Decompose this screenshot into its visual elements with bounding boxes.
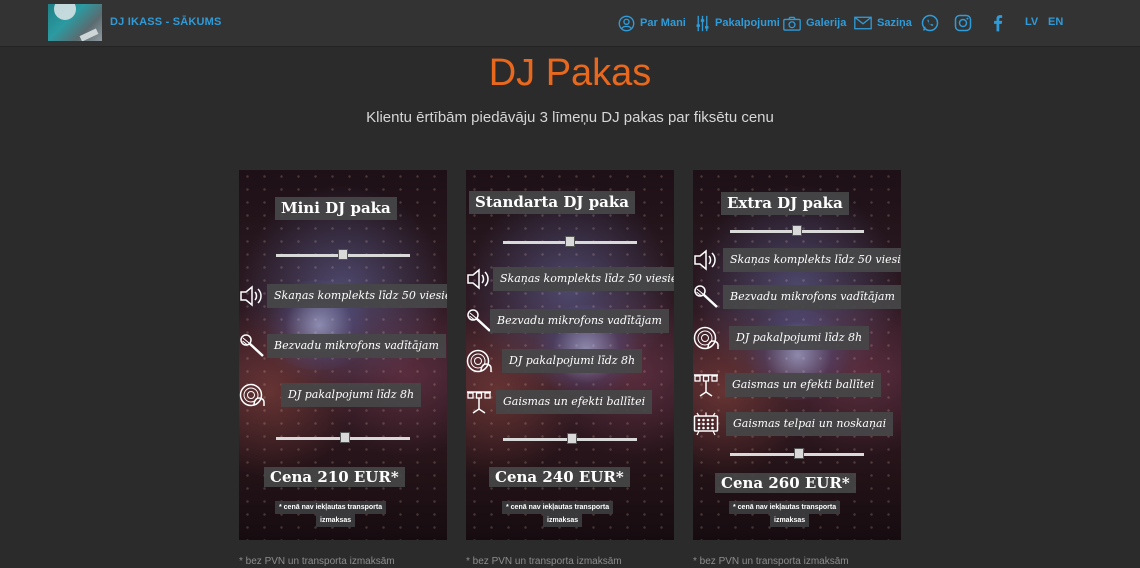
price-note-continued: izmaksas [316, 514, 356, 527]
site-header: DJ IKASS - SĀKUMS Par Mani Pakalpojumi G… [0, 0, 1140, 47]
nav-label: Pakalpojumi [715, 17, 780, 29]
slider-decoration [730, 448, 864, 459]
slider-knob [567, 433, 577, 444]
led-panel-icon [693, 412, 719, 436]
user-icon [618, 15, 635, 31]
microphone-icon [694, 285, 718, 308]
feature-item: Skaņas komplekts līdz 50 viesiem [493, 267, 674, 291]
slider-knob [792, 225, 802, 236]
slider-knob [338, 249, 348, 260]
logo-image[interactable] [48, 4, 102, 41]
nav-label: Par Mani [640, 17, 686, 29]
turntable-icon [466, 349, 492, 373]
mail-icon [854, 16, 872, 30]
speaker-icon [694, 249, 716, 271]
feature-item: DJ pakalpojumi līdz 8h [281, 383, 422, 407]
price-note: * cenā nav iekļautas transporta [502, 501, 614, 514]
nav-item-sazina[interactable]: Saziņa [854, 0, 912, 46]
language-en[interactable]: EN [1048, 16, 1063, 28]
stage-lights-icon [694, 374, 718, 397]
speaker-icon [467, 268, 489, 290]
slider-decoration [503, 236, 637, 247]
feature-item: DJ pakalpojumi līdz 8h [502, 349, 643, 373]
nav-label: Galerija [806, 17, 847, 29]
feature-item: Skaņas komplekts līdz 50 viesiem [267, 284, 447, 308]
package-footnote: * bez PVN un transporta izmaksām [239, 556, 395, 567]
page-title: DJ Pakas [488, 52, 652, 94]
feature-item: Gaismas un efekti ballītei [725, 373, 882, 397]
feature-item: Bezvadu mikrofons vadītājam [490, 309, 669, 333]
package-card-extra[interactable]: Extra DJ paka Skaņas komplekts līdz 50 v… [693, 170, 901, 540]
package-card-standarta[interactable]: Standarta DJ paka Skaņas komplekts līdz … [466, 170, 674, 540]
stage-lights-icon [467, 391, 491, 414]
package-price: Cena 240 EUR* [489, 467, 630, 487]
feature-item: Bezvadu mikrofons vadītājam [267, 334, 446, 358]
turntable-icon [693, 326, 719, 350]
package-footnote: * bez PVN un transporta izmaksām [693, 556, 849, 567]
package-title: Extra DJ paka [721, 192, 849, 215]
turntable-icon [239, 383, 265, 407]
nav-item-galerija[interactable]: Galerija [783, 0, 846, 46]
feature-item: Gaismas telpai un noskaņai [726, 412, 894, 436]
brand-home-link[interactable]: DJ IKASS - SĀKUMS [110, 16, 222, 28]
price-note: * cenā nav iekļautas transporta [729, 501, 841, 514]
slider-decoration [276, 432, 410, 443]
price-note-continued: izmaksas [543, 514, 583, 527]
speaker-icon [240, 285, 262, 307]
nav-item-par-mani[interactable]: Par Mani [618, 0, 686, 46]
package-title: Mini DJ paka [275, 197, 397, 220]
language-lv[interactable]: LV [1025, 16, 1038, 28]
feature-item: Bezvadu mikrofons vadītājam [723, 285, 901, 309]
feature-item: DJ pakalpojumi līdz 8h [729, 326, 870, 350]
slider-decoration [276, 249, 410, 260]
slider-decoration [730, 225, 864, 236]
page-subtitle: Klientu ērtībām piedāvāju 3 līmeņu DJ pa… [366, 109, 774, 126]
nav-label: Saziņa [877, 17, 912, 29]
slider-knob [794, 448, 804, 459]
package-price: Cena 210 EUR* [264, 467, 405, 487]
facebook-icon[interactable] [988, 13, 1008, 33]
feature-item: Gaismas un efekti ballītei [496, 390, 653, 414]
slider-decoration [503, 433, 637, 444]
instagram-icon[interactable] [953, 13, 973, 33]
package-price: Cena 260 EUR* [715, 473, 856, 493]
slider-knob [565, 236, 575, 247]
nav-item-pakalpojumi[interactable]: Pakalpojumi [695, 0, 780, 46]
slider-knob [340, 432, 350, 443]
microphone-icon [467, 309, 491, 332]
package-footnote: * bez PVN un transporta izmaksām [466, 556, 622, 567]
feature-item: Skaņas komplekts līdz 50 viesiem [723, 248, 901, 272]
package-title: Standarta DJ paka [469, 191, 636, 214]
whatsapp-icon[interactable] [920, 13, 940, 33]
sliders-icon [696, 15, 709, 31]
price-note-continued: izmaksas [770, 514, 810, 527]
microphone-icon [240, 334, 264, 357]
package-card-mini[interactable]: Mini DJ paka Skaņas komplekts līdz 50 vi… [239, 170, 447, 540]
camera-icon [783, 16, 801, 31]
price-note: * cenā nav iekļautas transporta [275, 501, 387, 514]
